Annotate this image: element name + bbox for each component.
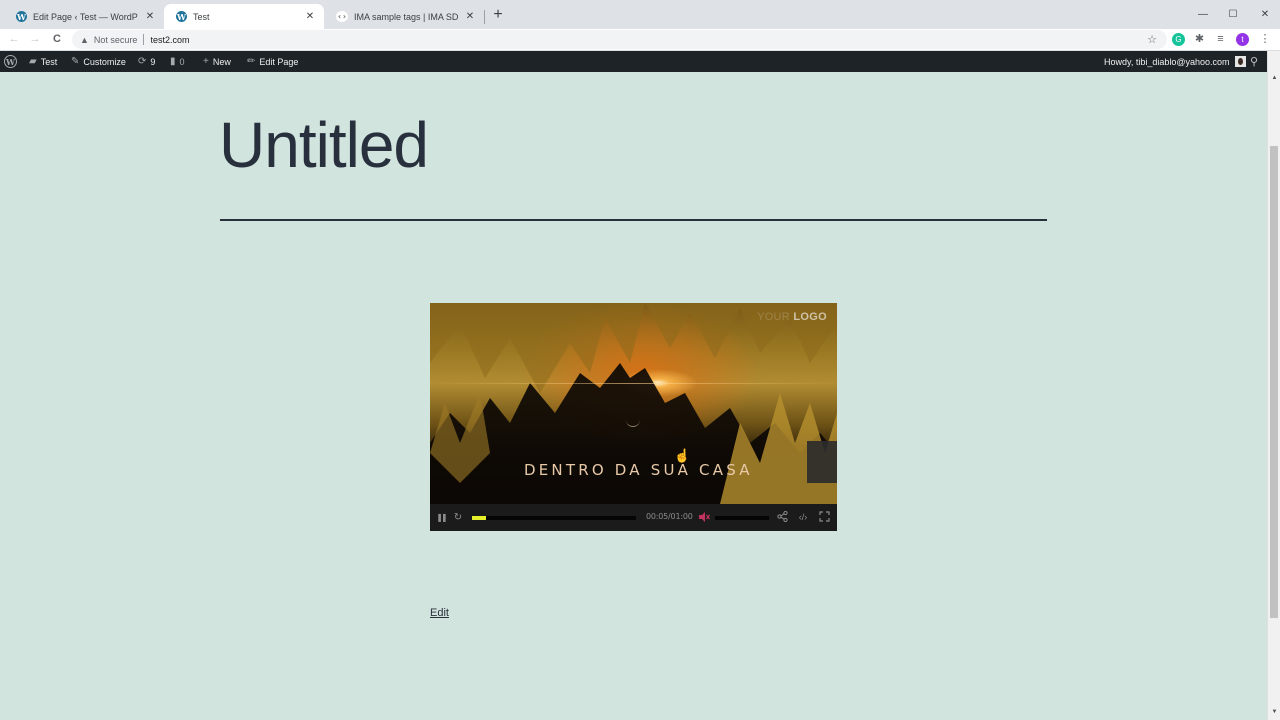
url-text[interactable]: test2.com bbox=[150, 35, 189, 45]
new-content-menu[interactable]: + New bbox=[203, 51, 231, 72]
extensions-puzzle-icon[interactable]: ✱ bbox=[1193, 33, 1206, 46]
brush-icon: ✎ bbox=[71, 56, 80, 67]
code-icon: ‹› bbox=[336, 11, 348, 22]
page-title: Untitled bbox=[219, 109, 429, 181]
video-caption: DENTRO DA SUA CASA bbox=[524, 461, 753, 479]
scroll-down-arrow-icon[interactable]: ▼ bbox=[1268, 706, 1280, 719]
bookmark-star-icon[interactable]: ☆ bbox=[1147, 33, 1157, 46]
profile-avatar-icon[interactable]: t bbox=[1236, 33, 1249, 46]
comments-menu[interactable]: ▮ 0 bbox=[170, 51, 185, 72]
close-icon[interactable]: ✕ bbox=[144, 11, 156, 22]
speaker-muted-icon bbox=[699, 512, 710, 522]
site-name-menu[interactable]: ▰ Test bbox=[29, 51, 57, 72]
browser-toolbar: ← → C ▲ Not secure test2.com ☆ G ✱ ≡ t ⋮ bbox=[0, 29, 1280, 51]
edit-page-label: Edit Page bbox=[259, 56, 299, 67]
replay-button[interactable]: ↻ bbox=[451, 511, 465, 524]
new-tab-button[interactable]: + bbox=[490, 6, 506, 24]
forward-button[interactable]: → bbox=[27, 31, 43, 47]
loading-spinner-icon bbox=[626, 413, 640, 427]
plus-icon: + bbox=[203, 56, 209, 67]
logo-watermark: YOUR LOGO bbox=[757, 311, 827, 323]
tab-title: Test bbox=[193, 11, 210, 22]
fullscreen-button[interactable] bbox=[817, 511, 831, 524]
tab-divider bbox=[484, 10, 485, 24]
wp-logo-menu[interactable]: W bbox=[4, 51, 17, 72]
scroll-up-arrow-icon[interactable]: ▲ bbox=[1268, 72, 1280, 85]
volume-slider[interactable] bbox=[715, 516, 769, 520]
video-player[interactable]: YOUR LOGO DENTRO DA SUA CASA ☝ ❚❚ ↻ 00:0… bbox=[430, 303, 837, 531]
browser-tab-strip: W Edit Page ‹ Test — WordPress ✕ W Test … bbox=[0, 0, 1280, 29]
back-button[interactable]: ← bbox=[6, 31, 22, 47]
close-icon[interactable]: ✕ bbox=[304, 11, 316, 22]
my-account-menu[interactable]: Howdy, tibi_diablo@yahoo.com bbox=[1104, 51, 1246, 72]
new-label: New bbox=[212, 56, 231, 67]
pencil-icon: ✏ bbox=[247, 56, 256, 67]
pause-button[interactable]: ❚❚ bbox=[435, 511, 447, 524]
fullscreen-icon bbox=[818, 511, 830, 522]
comments-count: 0 bbox=[179, 56, 185, 67]
tab-title: Edit Page ‹ Test — WordPress bbox=[33, 11, 138, 22]
logo-watermark-dim: YOUR bbox=[757, 311, 791, 323]
player-controls: ❚❚ ↻ 00:05/01:00 ‹/› bbox=[430, 504, 837, 531]
timecode: 00:05/01:00 bbox=[646, 512, 693, 521]
site-name-label: Test bbox=[40, 56, 58, 67]
tab-title: IMA sample tags | IMA SDK for bbox=[354, 11, 458, 22]
wordpress-icon: W bbox=[16, 11, 27, 22]
wordpress-logo-icon: W bbox=[4, 55, 17, 68]
browser-menu-icon[interactable]: ⋮ bbox=[1257, 31, 1273, 47]
grammarly-icon[interactable]: G bbox=[1172, 33, 1185, 46]
wordpress-icon: W bbox=[176, 11, 187, 22]
tab-edit-page[interactable]: W Edit Page ‹ Test — WordPress ✕ bbox=[4, 4, 164, 29]
title-separator bbox=[220, 219, 1047, 221]
progress-fill bbox=[472, 516, 486, 520]
share-icon bbox=[776, 510, 788, 523]
tab-test[interactable]: W Test ✕ bbox=[164, 4, 324, 29]
edit-post-link[interactable]: Edit bbox=[430, 607, 449, 619]
address-bar[interactable]: ▲ Not secure test2.com ☆ bbox=[72, 30, 1167, 49]
address-divider bbox=[143, 34, 145, 45]
howdy-label: Howdy, tibi_diablo@yahoo.com bbox=[1104, 56, 1230, 67]
updates-icon: ⟳ bbox=[138, 56, 147, 67]
comment-icon: ▮ bbox=[170, 56, 176, 67]
video-frame[interactable]: YOUR LOGO DENTRO DA SUA CASA ☝ bbox=[430, 303, 837, 504]
updates-count: 9 bbox=[150, 56, 156, 67]
security-label[interactable]: Not secure bbox=[94, 35, 138, 45]
warning-icon[interactable]: ▲ bbox=[80, 35, 89, 45]
lens-flare bbox=[430, 383, 837, 384]
window-close-button[interactable]: ✕ bbox=[1242, 0, 1280, 29]
tab-ima-sample-tags[interactable]: ‹› IMA sample tags | IMA SDK for ✕ bbox=[324, 4, 484, 29]
edit-page-menu[interactable]: ✏ Edit Page bbox=[247, 51, 298, 72]
customize-menu[interactable]: ✎ Customize bbox=[71, 51, 126, 72]
user-avatar bbox=[1234, 56, 1246, 67]
close-icon[interactable]: ✕ bbox=[464, 11, 476, 22]
customize-label: Customize bbox=[83, 56, 126, 67]
progress-bar[interactable] bbox=[472, 516, 636, 520]
logo-watermark-text: LOGO bbox=[793, 311, 827, 323]
mute-button[interactable] bbox=[698, 511, 710, 526]
hand-cursor-icon: ☝ bbox=[674, 448, 691, 463]
reading-list-icon[interactable]: ≡ bbox=[1214, 33, 1227, 46]
wp-admin-bar: W ▰ Test ✎ Customize ⟳ 9 ▮ 0 + New ✏ Edi… bbox=[0, 51, 1267, 72]
reload-button[interactable]: C bbox=[49, 31, 65, 47]
updates-menu[interactable]: ⟳ 9 bbox=[138, 51, 155, 72]
page-scrollbar[interactable]: ▲ ▼ bbox=[1267, 51, 1280, 720]
embed-button[interactable]: ‹/› bbox=[794, 511, 812, 524]
ad-side-panel[interactable] bbox=[807, 441, 837, 483]
share-button[interactable] bbox=[775, 510, 789, 524]
admin-search-icon[interactable]: ⚲ bbox=[1250, 51, 1258, 72]
dashboard-icon: ▰ bbox=[29, 56, 37, 67]
scrollbar-thumb[interactable] bbox=[1270, 146, 1278, 618]
